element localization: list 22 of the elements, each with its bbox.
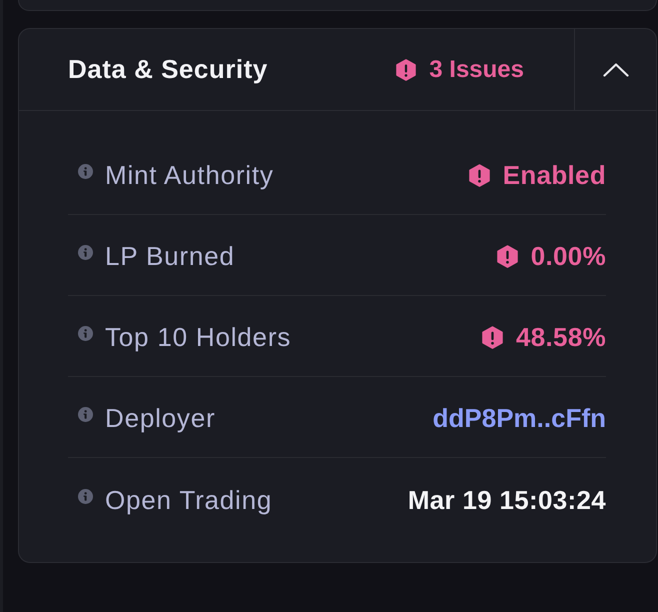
alert-hexagon-icon (482, 326, 504, 350)
info-icon (78, 407, 93, 422)
info-icon (78, 488, 93, 504)
alert-hexagon-icon (496, 244, 518, 268)
row-label: Deployer (105, 403, 216, 434)
info-icon (78, 245, 93, 260)
row-value: 0.00% (530, 241, 606, 272)
address-link[interactable]: ddP8Pm..cFfn (432, 403, 606, 434)
info-icon (78, 164, 93, 179)
row-label: Top 10 Holders (105, 322, 292, 353)
chevron-up-icon (602, 62, 628, 76)
alert-hexagon-icon (468, 164, 490, 188)
alert-hexagon-icon (396, 58, 416, 80)
row-value: 48.58% (516, 322, 606, 353)
issues-count: 3 Issues (429, 56, 524, 84)
row-value: Mar 19 15:03:24 (408, 484, 606, 516)
row-value: Enabled (502, 160, 606, 191)
row-label: Mint Authority (105, 160, 274, 191)
row-label: LP Burned (105, 241, 235, 272)
panel-title: Data & Security (68, 54, 268, 85)
info-icon (78, 326, 93, 341)
row-label: Open Trading (105, 484, 272, 516)
